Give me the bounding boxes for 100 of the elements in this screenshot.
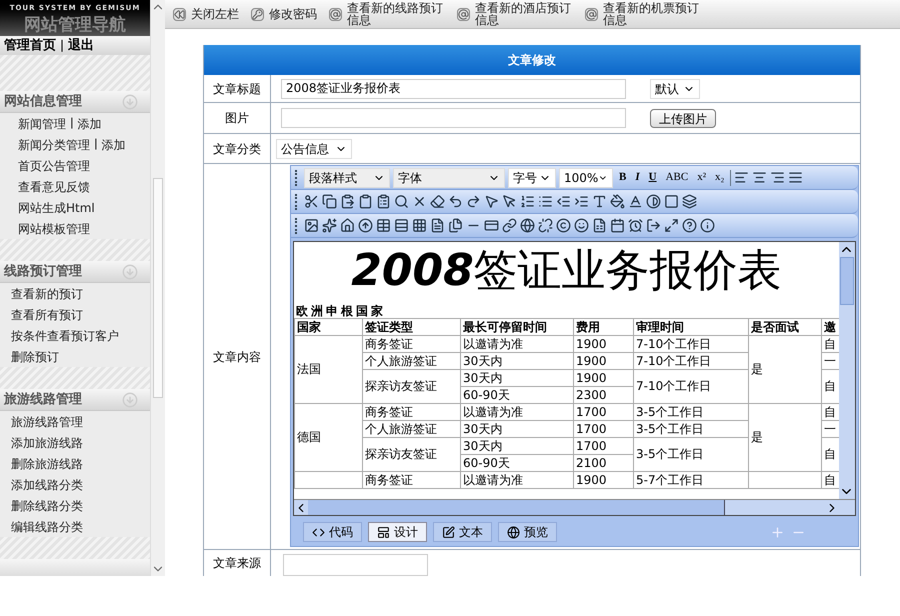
square-icon[interactable] <box>664 194 679 209</box>
indent-icon[interactable] <box>574 194 589 209</box>
sidebar-link[interactable]: 查看所有预订 <box>11 306 83 324</box>
zoom-select[interactable]: 100% <box>559 168 613 188</box>
format-button[interactable]: ABC <box>662 169 692 186</box>
align-icon[interactable] <box>734 170 750 185</box>
delete-icon[interactable] <box>412 194 427 209</box>
spreadsheet-icon[interactable] <box>592 218 607 233</box>
scroll-thumb[interactable] <box>308 500 725 515</box>
add-link[interactable]: 添加 <box>102 136 126 154</box>
sidebar-link[interactable]: 编辑线路分类 <box>11 518 83 536</box>
sidebar-link[interactable]: 新闻分类管理 <box>18 136 90 154</box>
align-icon[interactable] <box>770 170 786 185</box>
sidebar-link[interactable]: 添加线路分类 <box>11 476 83 494</box>
redo-icon[interactable] <box>466 194 481 209</box>
format-button[interactable]: x₂ <box>712 169 728 186</box>
paint-bucket-icon[interactable] <box>610 194 625 209</box>
sidebar-link[interactable]: 旅游线路管理 <box>11 412 83 430</box>
sidebar-link[interactable]: 查看意见反馈 <box>18 178 90 196</box>
contrast-icon[interactable] <box>646 194 661 209</box>
table-icon[interactable] <box>376 218 391 233</box>
exit-icon[interactable] <box>646 218 661 233</box>
numbered-list-icon[interactable] <box>520 194 535 209</box>
category-select[interactable]: 公告信息 <box>276 138 352 158</box>
add-link[interactable]: 添加 <box>78 114 102 132</box>
globe-icon[interactable] <box>520 218 535 233</box>
grid-icon[interactable] <box>412 218 427 233</box>
house-icon[interactable] <box>340 218 355 233</box>
pointer-icon[interactable] <box>502 194 517 209</box>
undo-icon[interactable] <box>448 194 463 209</box>
maximize-icon[interactable] <box>664 218 679 233</box>
copyright-icon[interactable] <box>556 218 571 233</box>
title-field[interactable]: 2008签证业务报价表 <box>281 78 626 98</box>
alarm-clock-icon[interactable] <box>628 218 643 233</box>
scroll-thumb[interactable] <box>840 257 854 305</box>
format-button[interactable]: B <box>616 169 630 186</box>
mode-tab[interactable]: 文本 <box>433 522 492 542</box>
section-header[interactable]: 线路预订管理 <box>0 261 150 283</box>
paragraph-style-select[interactable]: 段落样式 <box>304 168 390 188</box>
pointer-icon[interactable] <box>484 194 499 209</box>
toolbar-button[interactable]: 关闭左栏 <box>173 8 239 20</box>
info-icon[interactable] <box>700 218 715 233</box>
format-button[interactable]: I <box>632 169 643 186</box>
align-icon[interactable] <box>752 170 768 185</box>
calendar-icon[interactable] <box>610 218 625 233</box>
document-icon[interactable] <box>430 218 445 233</box>
sidebar-link[interactable]: 删除线路分类 <box>11 496 83 514</box>
scissors-icon[interactable] <box>304 194 319 209</box>
rows-icon[interactable] <box>394 218 409 233</box>
upload-button[interactable]: 上传图片 <box>650 108 716 128</box>
sidebar-link[interactable]: 删除预订 <box>11 348 59 366</box>
mode-tab[interactable]: 设计 <box>368 522 427 542</box>
format-button[interactable]: x² <box>694 169 710 186</box>
help-icon[interactable] <box>682 218 697 233</box>
sidebar-link[interactable]: 首页公告管理 <box>18 156 90 174</box>
files-icon[interactable] <box>448 218 463 233</box>
paste-icon[interactable] <box>340 194 355 209</box>
align-icon[interactable] <box>788 170 804 185</box>
link-icon[interactable] <box>502 218 517 233</box>
arrow-up-icon[interactable] <box>358 218 373 233</box>
bullet-list-icon[interactable] <box>538 194 553 209</box>
image-icon[interactable] <box>304 218 319 233</box>
logout-link[interactable]: 退出 <box>68 36 94 55</box>
source-field[interactable] <box>283 554 428 576</box>
search-icon[interactable] <box>394 194 409 209</box>
toolbar-button[interactable]: 查看新的酒店预订信息 <box>457 2 573 26</box>
font-size-select[interactable]: 字号 <box>508 168 556 188</box>
toolbar-button[interactable]: 查看新的机票预订信息 <box>585 2 701 26</box>
format-button[interactable]: U <box>646 169 660 186</box>
home-link[interactable]: 管理首页 <box>4 36 56 55</box>
unlink-icon[interactable] <box>538 218 553 233</box>
image-field[interactable] <box>281 108 626 128</box>
copy-icon[interactable] <box>322 194 337 209</box>
toolbar-button[interactable]: 查看新的线路预订信息 <box>329 2 445 26</box>
sidebar-link[interactable]: 网站生成Html <box>18 198 95 216</box>
text-color-icon[interactable] <box>592 194 607 209</box>
outdent-icon[interactable] <box>556 194 571 209</box>
sidebar-link[interactable]: 添加旅游线路 <box>11 434 83 452</box>
sidebar-link[interactable]: 按条件查看预订客户 <box>11 326 119 344</box>
clipboard-icon[interactable] <box>358 194 373 209</box>
section-header[interactable]: 网站信息管理 <box>0 91 150 113</box>
toolbar-button[interactable]: 修改密码 <box>251 8 317 20</box>
sparkle-icon[interactable] <box>322 218 337 233</box>
smiley-icon[interactable] <box>574 218 589 233</box>
layers-icon[interactable] <box>682 194 697 209</box>
vertical-scrollbar[interactable] <box>839 242 855 499</box>
horizontal-scrollbar[interactable] <box>294 499 855 515</box>
section-header[interactable]: 旅游线路管理 <box>0 389 150 411</box>
eraser-icon[interactable] <box>430 194 445 209</box>
highlight-icon[interactable] <box>628 194 643 209</box>
clipboard-list-icon[interactable] <box>376 194 391 209</box>
mode-tab[interactable]: 预览 <box>498 522 557 542</box>
style-select[interactable]: 默认 <box>650 78 700 98</box>
sidebar-link[interactable]: 网站模板管理 <box>18 220 90 238</box>
mode-tab[interactable]: 代码 <box>303 522 362 542</box>
sidebar-link[interactable]: 查看新的预订 <box>11 284 83 302</box>
card-icon[interactable] <box>484 218 499 233</box>
font-select[interactable]: 字体 <box>393 168 505 188</box>
sidebar-link[interactable]: 删除旅游线路 <box>11 454 83 472</box>
sidebar-link[interactable]: 新闻管理 <box>18 114 66 132</box>
